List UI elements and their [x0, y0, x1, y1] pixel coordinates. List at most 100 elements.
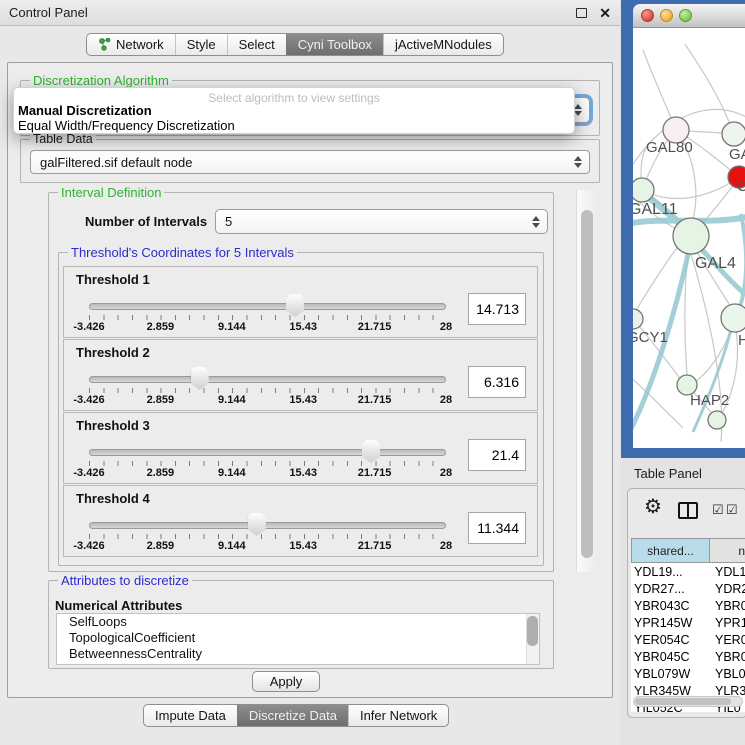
threshold-value-field[interactable]: 11.344: [468, 512, 526, 544]
table-data-combo[interactable]: galFiltered.sif default node: [30, 150, 590, 174]
gear-icon[interactable]: ⚙: [644, 497, 662, 517]
network-canvas[interactable]: GAL80GAL11GAL4GCY1HAP2GACH: [633, 28, 745, 448]
tick-label: -3.426: [73, 467, 104, 479]
column-header-name[interactable]: na: [709, 538, 745, 563]
tab-network[interactable]: Network: [87, 34, 175, 55]
tick-label: 28: [440, 321, 452, 333]
tick-label: 28: [440, 467, 452, 479]
node-partial-top-right[interactable]: [722, 122, 745, 146]
threshold-value-field[interactable]: 21.4: [468, 439, 526, 471]
cell-shared-name: YBL079W: [631, 667, 709, 681]
float-window-icon[interactable]: [576, 8, 587, 18]
cell-shared-name: YDR27...: [631, 582, 709, 596]
network-window-titlebar[interactable]: [633, 4, 745, 28]
threshold-row: Threshold 4-3.4262.8599.14415.4321.71528…: [63, 485, 538, 557]
checkbox-icon[interactable]: ☑: [712, 502, 724, 518]
node-gal4[interactable]: [673, 218, 709, 254]
cell-name: YPR1: [709, 616, 745, 630]
table-row[interactable]: YPR145WYPR1: [631, 614, 745, 631]
number-of-intervals-combo[interactable]: 5: [215, 209, 548, 234]
threshold-value-field[interactable]: 14.713: [468, 293, 526, 325]
apply-button[interactable]: Apply: [252, 671, 320, 692]
popup-option-equal-width-frequency[interactable]: Equal Width/Frequency Discretization: [18, 118, 235, 133]
slider-ticks: [89, 388, 447, 393]
cell-name: YBR0: [709, 650, 745, 664]
slider-thumb[interactable]: [248, 513, 266, 536]
numerical-attributes-label: Numerical Attributes: [55, 598, 182, 613]
threshold-label: Threshold 4: [76, 491, 150, 506]
attribute-item[interactable]: SelfLoops: [57, 614, 539, 630]
tab-label: Network: [116, 37, 164, 52]
popup-option-manual-discretization[interactable]: Manual Discretization: [18, 103, 152, 118]
slider-thumb[interactable]: [191, 367, 209, 390]
panel-scrollbar-thumb[interactable]: [581, 210, 593, 558]
node-right[interactable]: [721, 304, 745, 332]
traffic-light-zoom-icon[interactable]: [679, 9, 692, 22]
attribute-item[interactable]: BetweennessCentrality: [57, 646, 539, 662]
table-row[interactable]: YBL079WYBL0: [631, 665, 745, 682]
node-bottom[interactable]: [708, 411, 726, 429]
tab-select[interactable]: Select: [227, 34, 286, 55]
tick-label: 2.859: [147, 394, 175, 406]
tick-label: 28: [440, 540, 452, 552]
table-row[interactable]: YBR043CYBR0: [631, 597, 745, 614]
slider-thumb[interactable]: [362, 440, 380, 463]
node-label-gal11: GAL11: [633, 201, 678, 218]
node-gcy1[interactable]: [633, 309, 643, 329]
tick-label: 9.144: [218, 467, 246, 479]
tab-jactivemnodules[interactable]: jActiveMNodules: [383, 34, 503, 55]
traffic-light-close-icon[interactable]: [641, 9, 654, 22]
network-icon: [98, 38, 111, 51]
table-row[interactable]: YBR045CYBR0: [631, 648, 745, 665]
tab-label: Select: [239, 37, 275, 52]
list-scrollbar-thumb[interactable]: [527, 616, 538, 646]
tab-cyni-toolbox[interactable]: Cyni Toolbox: [286, 34, 383, 55]
slider-track[interactable]: [89, 376, 446, 383]
number-of-intervals-label: Number of Intervals: [85, 214, 207, 229]
tick-label: 9.144: [218, 321, 246, 333]
tab-style[interactable]: Style: [175, 34, 227, 55]
threshold-value-field[interactable]: 6.316: [468, 366, 526, 398]
traffic-light-minimize-icon[interactable]: [660, 9, 673, 22]
slider-track[interactable]: [89, 449, 446, 456]
interval-definition-label: Interval Definition: [58, 185, 164, 200]
slider-ticks: [89, 461, 447, 466]
tick-label: -3.426: [73, 540, 104, 552]
top-tab-bar: Network Style Select Cyni Toolbox jActiv…: [86, 33, 504, 56]
cell-name: YDL1: [709, 565, 745, 579]
table-row[interactable]: YER054CYER0: [631, 631, 745, 648]
tick-label: 15.43: [289, 321, 317, 333]
close-icon[interactable]: ✕: [599, 8, 611, 18]
slider-thumb[interactable]: [286, 294, 304, 317]
tick-label: 28: [440, 394, 452, 406]
tick-label: 9.144: [218, 540, 246, 552]
number-of-intervals-value: 5: [225, 214, 232, 229]
tab-label: jActiveMNodules: [395, 37, 492, 52]
tab-impute-data[interactable]: Impute Data: [144, 705, 237, 726]
threshold-row: Threshold 1-3.4262.8599.14415.4321.71528…: [63, 266, 538, 338]
split-columns-icon[interactable]: [678, 502, 698, 519]
cell-shared-name: YBR043C: [631, 599, 709, 613]
table-hscrollbar-thumb[interactable]: [635, 698, 731, 705]
tab-infer-network[interactable]: Infer Network: [348, 705, 448, 726]
node-label-hap2: HAP2: [690, 392, 729, 409]
cell-name: YDR2: [709, 582, 745, 596]
checkbox-icon[interactable]: ☑: [726, 502, 738, 518]
table-data-group-label: Table Data: [30, 132, 96, 146]
node-label-partial_g: GA: [729, 146, 745, 163]
cell-shared-name: YDL19...: [631, 565, 709, 579]
tick-label: 15.43: [289, 467, 317, 479]
node-label-gal4: GAL4: [695, 255, 736, 272]
table-row[interactable]: YDL19...YDL1: [631, 563, 745, 580]
slider-track[interactable]: [89, 522, 446, 529]
node-gal11[interactable]: [633, 178, 654, 202]
cell-shared-name: YPR145W: [631, 616, 709, 630]
threshold-label: Threshold 3: [76, 418, 150, 433]
node-label-gal80: GAL80: [646, 139, 693, 156]
attribute-item[interactable]: TopologicalCoefficient: [57, 630, 539, 646]
column-header-shared[interactable]: shared...: [631, 538, 710, 563]
tab-discretize-data[interactable]: Discretize Data: [237, 705, 348, 726]
table-row[interactable]: YDR27...YDR2: [631, 580, 745, 597]
slider-track[interactable]: [89, 303, 446, 310]
threshold-label: Threshold 1: [76, 272, 150, 287]
